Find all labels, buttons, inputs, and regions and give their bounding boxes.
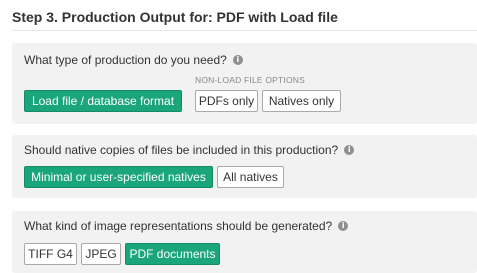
minimal-natives-button[interactable]: Minimal or user-specified natives bbox=[24, 166, 213, 188]
natives-panel: Should native copies of files be include… bbox=[12, 135, 477, 198]
image-representations-question: What kind of image representations shoul… bbox=[24, 219, 349, 233]
natives-only-button[interactable]: Natives only bbox=[262, 90, 341, 112]
non-load-file-options-label: NON-LOAD FILE OPTIONS bbox=[195, 75, 305, 85]
title-divider bbox=[12, 30, 477, 31]
natives-question-text: Should native copies of files be include… bbox=[24, 143, 339, 157]
pdfs-only-button[interactable]: PDFs only bbox=[195, 90, 258, 112]
info-icon[interactable]: i bbox=[338, 221, 349, 231]
pdf-documents-button[interactable]: PDF documents bbox=[125, 243, 220, 265]
natives-question: Should native copies of files be include… bbox=[24, 143, 355, 157]
production-type-question-text: What type of production do you need? bbox=[24, 53, 227, 67]
image-representations-panel: What kind of image representations shoul… bbox=[12, 211, 477, 273]
image-representations-question-text: What kind of image representations shoul… bbox=[24, 219, 333, 233]
info-icon[interactable]: i bbox=[232, 55, 243, 65]
load-file-database-format-button[interactable]: Load file / database format bbox=[24, 90, 182, 112]
tiff-g4-button[interactable]: TIFF G4 bbox=[24, 243, 77, 265]
step-title: Step 3. Production Output for: PDF with … bbox=[12, 9, 338, 25]
production-type-question: What type of production do you need? i bbox=[24, 53, 243, 67]
production-type-panel: What type of production do you need? i N… bbox=[12, 43, 477, 124]
all-natives-button[interactable]: All natives bbox=[217, 166, 284, 188]
jpeg-button[interactable]: JPEG bbox=[81, 243, 121, 265]
info-icon[interactable]: i bbox=[344, 145, 355, 155]
